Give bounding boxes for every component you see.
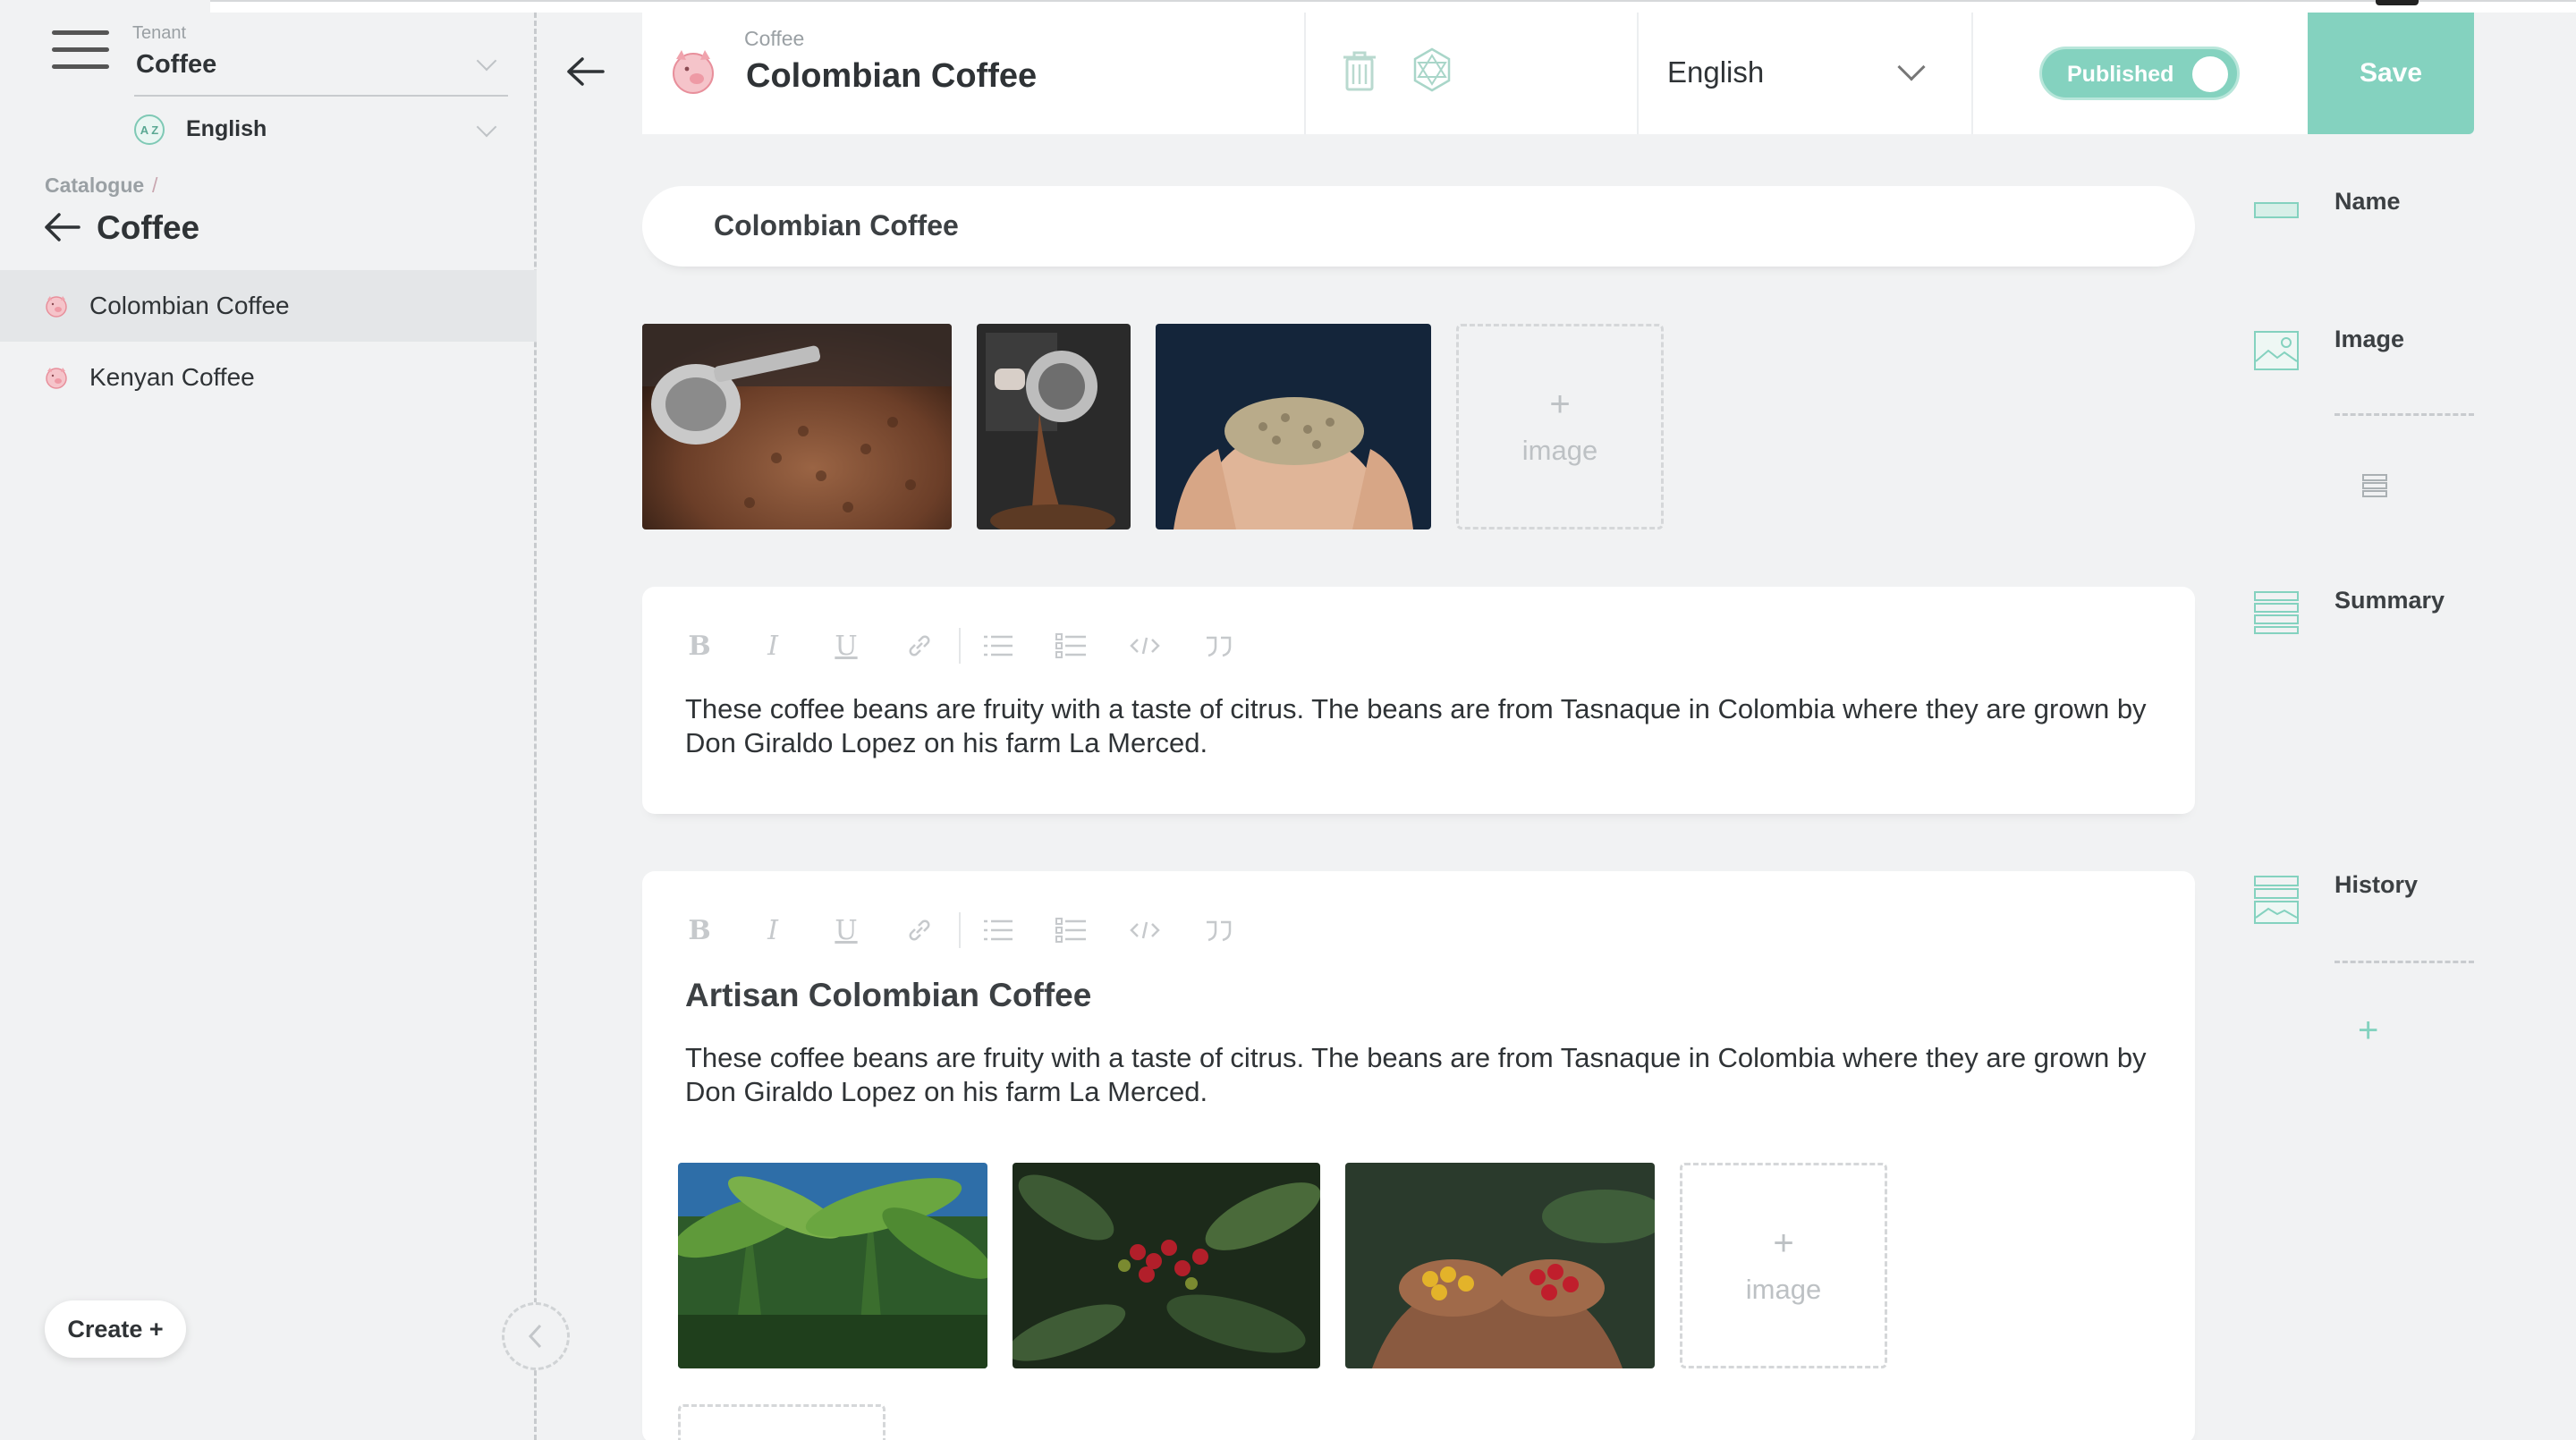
rail-label-image: Image <box>2334 326 2405 352</box>
top-border <box>210 0 2576 13</box>
green-beans-hands-image[interactable] <box>1156 324 1431 529</box>
chevron-down-icon <box>1897 53 1926 81</box>
rail-label-name: Name <box>2334 188 2401 215</box>
add-image-label: image <box>1745 1274 1822 1305</box>
pig-icon <box>46 296 67 318</box>
editor-header: Coffee Colombian Coffee English Publishe… <box>642 13 2474 134</box>
name-value: Colombian Coffee <box>714 209 959 241</box>
bold-icon[interactable]: B <box>683 630 716 662</box>
summary-editor[interactable]: B I U These coffee beans are fruity with… <box>642 587 2195 814</box>
link-icon[interactable] <box>903 630 936 662</box>
rail-item-summary[interactable]: Summary <box>2254 587 2469 640</box>
rail-label-history: History <box>2334 871 2419 898</box>
rich-text-toolbar: B I U <box>683 912 1275 948</box>
sidebar-item-label: Colombian Coffee <box>89 292 290 319</box>
bullet-list-icon[interactable] <box>982 630 1014 662</box>
numbered-list-icon[interactable] <box>1055 630 1088 662</box>
top-corner-tab <box>2376 0 2419 5</box>
italic-icon[interactable]: I <box>757 630 789 662</box>
chevron-left-icon <box>528 1324 542 1349</box>
published-toggle[interactable]: Published <box>2039 47 2240 100</box>
numbered-list-icon[interactable] <box>1055 914 1088 946</box>
link-icon[interactable] <box>903 914 936 946</box>
toolbar-divider <box>959 628 961 664</box>
history-text: These coffee beans are fruity with a tas… <box>685 1042 2147 1107</box>
sidebar-item-kenyan-coffee[interactable]: Kenyan Coffee <box>0 342 537 413</box>
image-field-icon <box>2254 331 2299 370</box>
history-heading: Artisan Colombian Coffee <box>685 977 1092 1013</box>
header-title-box: Coffee Colombian Coffee <box>642 13 1306 134</box>
add-block-placeholder[interactable] <box>678 1404 886 1440</box>
item-type-label: Coffee <box>744 27 805 50</box>
shape-icon[interactable] <box>1410 47 1454 93</box>
language-icon: A Z <box>134 114 165 145</box>
back-arrow-icon[interactable] <box>43 211 80 243</box>
breadcrumb-separator: / <box>152 174 158 197</box>
rail-label-summary: Summary <box>2334 587 2445 614</box>
summary-text: These coffee beans are fruity with a tas… <box>685 693 2147 758</box>
tenant-label: Tenant <box>132 23 187 43</box>
code-icon[interactable] <box>1129 914 1161 946</box>
chevron-down-icon[interactable] <box>476 116 497 138</box>
add-image-button[interactable]: + image <box>1680 1163 1887 1368</box>
item-title: Colombian Coffee <box>746 57 1038 95</box>
save-button[interactable]: Save <box>2308 13 2474 134</box>
header-actions <box>1306 13 1639 134</box>
folder-title: Coffee <box>97 209 200 246</box>
coffee-cherries-hands-image[interactable] <box>1345 1163 1655 1368</box>
coffee-cherries-branch-image[interactable] <box>1013 1163 1320 1368</box>
back-arrow-icon[interactable] <box>565 55 605 88</box>
underline-icon[interactable]: U <box>830 630 862 662</box>
name-field[interactable]: Colombian Coffee <box>642 186 2195 267</box>
sidebar: Tenant Coffee A Z English Catalogue / Co… <box>0 13 570 1440</box>
rail-item-name[interactable]: Name <box>2254 184 2469 238</box>
language-dropdown[interactable]: English <box>1639 13 1973 134</box>
quote-icon[interactable] <box>1202 630 1234 662</box>
toolbar-divider <box>959 912 961 948</box>
add-image-button[interactable]: + image <box>1456 324 1664 529</box>
rail-item-history[interactable]: History <box>2254 871 2469 925</box>
name-field-icon <box>2254 202 2299 218</box>
drag-handle-icon[interactable] <box>2361 472 2388 499</box>
add-field-button[interactable]: + <box>2358 1011 2378 1051</box>
coffee-roaster-beans-image[interactable] <box>642 324 952 529</box>
add-image-label: image <box>1521 435 1598 466</box>
menu-icon[interactable] <box>52 30 109 77</box>
quote-icon[interactable] <box>1202 914 1234 946</box>
tenant-select[interactable]: Coffee <box>136 50 216 80</box>
language-select[interactable]: English <box>186 116 267 142</box>
rail-divider <box>2334 961 2474 963</box>
summary-field-icon <box>2254 591 2299 634</box>
code-icon[interactable] <box>1129 630 1161 662</box>
chevron-down-icon[interactable] <box>476 50 497 72</box>
rich-text-toolbar: B I U <box>683 628 1275 664</box>
history-editor[interactable]: B I U Artisan Colombian Coffee These cof… <box>642 871 2195 1440</box>
pig-icon <box>46 368 67 389</box>
trash-icon[interactable] <box>1342 50 1377 91</box>
rail-item-image[interactable]: Image <box>2254 326 2469 379</box>
app-root: Tenant Coffee A Z English Catalogue / Co… <box>0 0 2576 1440</box>
create-button[interactable]: Create + <box>45 1300 186 1358</box>
plus-icon: + <box>1549 385 1571 424</box>
collapse-sidebar-button[interactable] <box>502 1302 570 1370</box>
history-field-icon <box>2254 876 2299 924</box>
italic-icon[interactable]: I <box>757 914 789 946</box>
rail-divider <box>2334 413 2474 416</box>
sidebar-item-label: Kenyan Coffee <box>89 363 255 391</box>
publish-section: Published <box>1973 13 2308 134</box>
toggle-knob <box>2192 56 2228 92</box>
coffee-roaster-machine-image[interactable] <box>977 324 1131 529</box>
published-label: Published <box>2067 62 2174 87</box>
bold-icon[interactable]: B <box>683 914 716 946</box>
plus-icon: + <box>1773 1224 1794 1263</box>
language-value: English <box>1667 55 1765 89</box>
divider <box>134 95 508 97</box>
underline-icon[interactable]: U <box>830 914 862 946</box>
breadcrumb-catalogue[interactable]: Catalogue <box>45 174 144 198</box>
banana-plants-image[interactable] <box>678 1163 987 1368</box>
sidebar-item-colombian-coffee[interactable]: Colombian Coffee <box>0 270 537 342</box>
pig-icon <box>673 50 714 94</box>
bullet-list-icon[interactable] <box>982 914 1014 946</box>
